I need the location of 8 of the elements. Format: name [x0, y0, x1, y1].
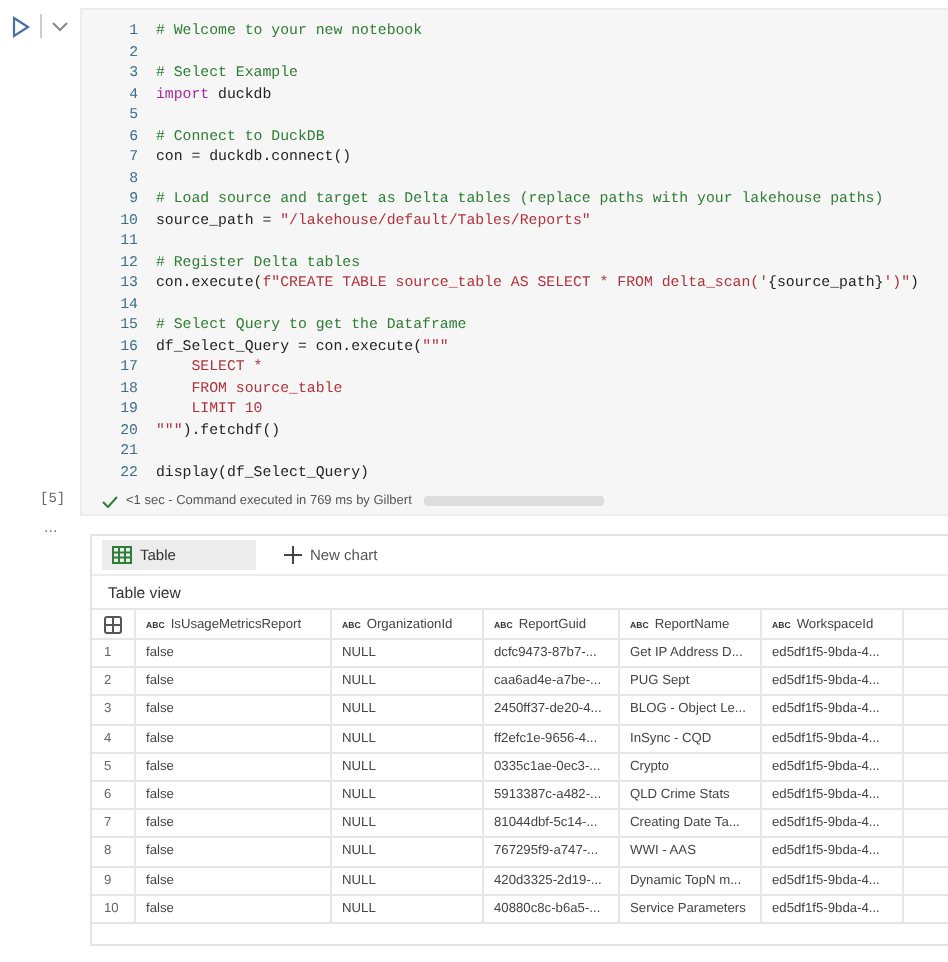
- chevron-down-icon[interactable]: [52, 21, 68, 31]
- run-icon[interactable]: [12, 15, 30, 37]
- code-cell[interactable]: [80, 8, 948, 516]
- check-icon: [102, 495, 118, 507]
- table-grid-icon[interactable]: [104, 615, 122, 633]
- plus-icon: [283, 546, 302, 564]
- table-grid-icon: [112, 546, 132, 564]
- more-options[interactable]: ...: [44, 522, 58, 534]
